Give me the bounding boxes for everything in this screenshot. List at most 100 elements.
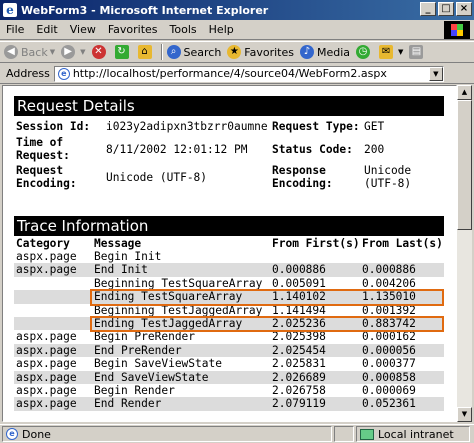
trace-cell-from-first: 2.025831 (272, 357, 326, 371)
column-header-category: Category (16, 236, 70, 250)
address-dropdown-icon[interactable]: ▼ (428, 66, 443, 81)
history-icon: ◷ (356, 45, 371, 59)
favorites-label: Favorites (244, 45, 294, 59)
trace-row: aspx.page End Render 2.079119 0.052361 (14, 397, 444, 411)
trace-cell-from-first: 2.025236 (270, 317, 360, 331)
windows-logo-icon (444, 21, 470, 39)
scroll-thumb[interactable] (457, 100, 472, 230)
refresh-icon: ↻ (114, 45, 129, 59)
home-icon: ⌂ (137, 45, 152, 59)
trace-cell-from-first: 2.079119 (270, 397, 360, 411)
session-id-value: i023y2adipxn3tbzrr0aumne (106, 120, 268, 133)
local-intranet-icon (360, 428, 374, 440)
refresh-button[interactable]: ↻ (114, 45, 132, 59)
search-icon: ⌕ (166, 45, 181, 59)
print-icon: ▤ (409, 45, 424, 59)
time-of-request-value: 8/11/2002 12:01:12 PM (106, 143, 248, 156)
trace-cell-category (14, 277, 92, 290)
column-header-message: Message (94, 236, 142, 250)
trace-cell-from-last: 0.883742 (360, 317, 444, 331)
dropdown-arrow-icon: ▼ (398, 48, 404, 56)
trace-cell-message: End Init (92, 263, 270, 277)
trace-cell-from-last: 0.004206 (362, 276, 416, 290)
dropdown-arrow-icon: ▼ (49, 48, 56, 56)
trace-rows: aspx.page Begin Init aspx.page End Init 0.00… (14, 250, 444, 411)
trace-cell-from-first: 0.005091 (272, 276, 326, 290)
favorites-star-icon: ★ (227, 45, 242, 59)
trace-cell-message: Beginning TestJaggedArray (94, 303, 263, 317)
trace-cell-category: aspx.page (14, 397, 92, 411)
menu-tools[interactable]: Tools (164, 23, 203, 36)
trace-cell-from-first: 2.026758 (272, 384, 326, 398)
forward-button[interactable]: ▶ ▼ (61, 45, 86, 59)
response-encoding-value: Unicode (UTF-8) (364, 164, 412, 190)
menu-favorites[interactable]: Favorites (102, 23, 164, 36)
vertical-scrollbar[interactable]: ▲ ▼ (457, 85, 472, 422)
column-header-from-first: From First(s) (272, 236, 360, 250)
media-button[interactable]: ♪ Media (300, 45, 350, 59)
status-text: Done (22, 427, 51, 441)
back-label: Back (21, 45, 48, 59)
maximize-button[interactable]: □ (438, 2, 454, 16)
trace-cell-message: End Render (92, 397, 270, 411)
trace-cell-category (14, 290, 92, 304)
trace-section: Trace Information Category Message From … (14, 216, 444, 411)
window-controls: _ □ × (420, 2, 472, 16)
address-url: http://localhost/performance/4/source04/… (72, 67, 387, 80)
mail-button[interactable]: ✉ ▼ (379, 45, 403, 59)
trace-row: Ending TestJaggedArray 2.025236 0.883742 (14, 317, 444, 331)
address-label: Address (6, 67, 50, 80)
trace-information-heading: Trace Information (14, 216, 444, 236)
trace-cell-message: End PreRender (92, 343, 270, 358)
trace-cell-category: aspx.page (16, 357, 77, 371)
trace-row: Beginning TestJaggedArray 1.141494 0.00139… (14, 304, 444, 317)
trace-row: aspx.page End Init 0.000886 0.000886 (14, 263, 444, 277)
trace-cell-message: Ending TestSquareArray (92, 290, 270, 304)
trace-row: aspx.page End PreRender 2.025454 0.000056 (14, 343, 444, 358)
trace-cell-from-last: 0.000056 (360, 343, 444, 358)
menu-edit[interactable]: Edit (30, 23, 63, 36)
trace-cell-category: aspx.page (14, 263, 92, 277)
trace-cell-message: End SaveViewState (92, 370, 270, 385)
home-button[interactable]: ⌂ (137, 45, 155, 59)
menu-view[interactable]: View (64, 23, 102, 36)
mail-icon: ✉ (379, 45, 394, 59)
trace-row: aspx.page Begin PreRender 2.025398 0.000162 (14, 330, 444, 343)
back-button[interactable]: ◀ Back ▼ (4, 45, 55, 59)
menu-help[interactable]: Help (203, 23, 240, 36)
trace-row: Ending TestSquareArray 1.140102 1.135010 (14, 290, 444, 304)
trace-cell-from-last: 0.000069 (362, 384, 416, 398)
trace-row: aspx.page Begin SaveViewState 2.025831 0.00… (14, 357, 444, 370)
zone-pane: Local intranet (356, 426, 470, 442)
response-encoding-label: Response Encoding: (272, 164, 333, 190)
back-arrow-icon: ◀ (4, 45, 18, 59)
trace-row: aspx.page Begin Init (14, 250, 444, 263)
trace-cell-message: Begin Init (94, 250, 162, 263)
trace-cell-message: Begin PreRender (94, 330, 196, 344)
close-button[interactable]: × (456, 2, 472, 16)
status-code-label: Status Code: (272, 143, 353, 156)
history-button[interactable]: ◷ (356, 45, 373, 59)
trace-cell-category: aspx.page (16, 330, 77, 344)
request-type-value: GET (364, 120, 385, 133)
menu-file[interactable]: File (0, 23, 30, 36)
scroll-up-button[interactable]: ▲ (457, 85, 472, 100)
column-header-from-last: From Last(s) (362, 236, 443, 250)
trace-cell-from-last: 0.052361 (360, 397, 444, 411)
scroll-down-button[interactable]: ▼ (457, 407, 472, 422)
trace-cell-from-last: 0.001392 (362, 303, 416, 317)
trace-header-row: Category Message From First(s) From Last… (14, 236, 444, 250)
trace-cell-from-last: 0.000377 (362, 357, 416, 371)
stop-button[interactable]: ✕ (91, 45, 109, 59)
dropdown-arrow-icon: ▼ (80, 48, 86, 56)
standard-toolbar: ◀ Back ▼ ▶ ▼ ✕ ↻ ⌂ ⌕ Search ★ Favorites … (0, 41, 474, 63)
minimize-button[interactable]: _ (420, 2, 436, 16)
media-label: Media (317, 45, 351, 59)
print-button[interactable]: ▤ (409, 45, 426, 59)
favorites-button[interactable]: ★ Favorites (227, 45, 294, 59)
page-done-icon: e (6, 428, 18, 440)
address-input[interactable]: e http://localhost/performance/4/source0… (53, 65, 444, 82)
search-button[interactable]: ⌕ Search (166, 45, 221, 59)
trace-row: aspx.page Begin Render 2.026758 0.000069 (14, 384, 444, 397)
request-details: Session Id: i023y2adipxn3tbzrr0aumne Tim… (14, 118, 444, 202)
